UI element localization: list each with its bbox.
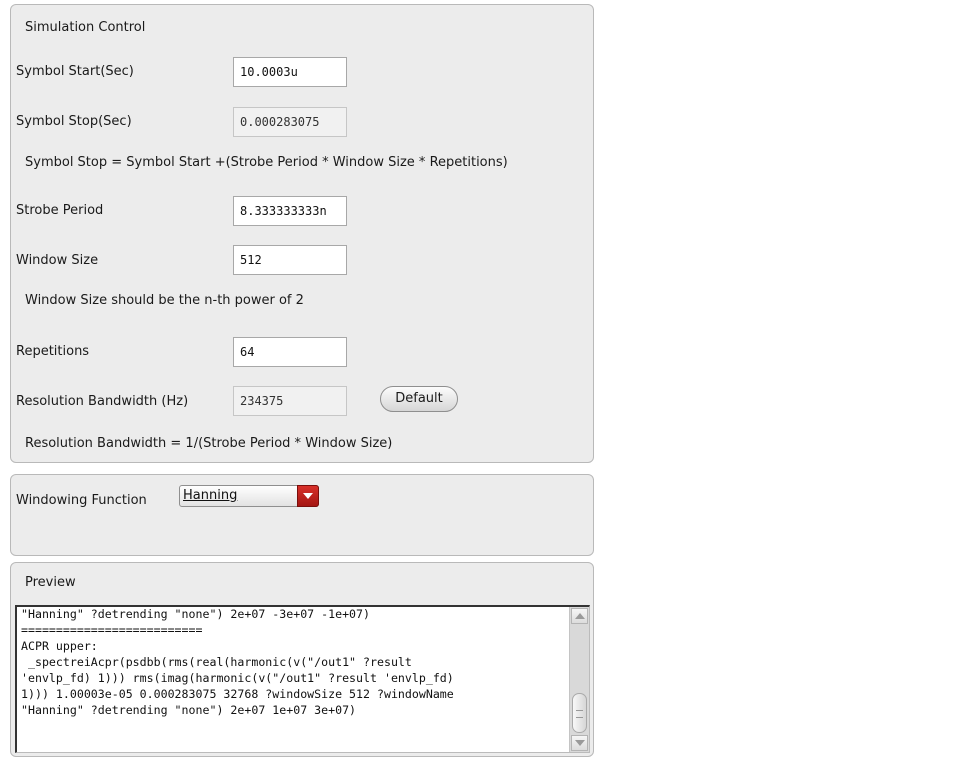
preview-title: Preview <box>25 575 76 590</box>
preview-text: "Hanning" ?detrending "none") 2e+07 -3e+… <box>21 607 454 717</box>
simulation-control-group: Simulation Control Symbol Start(Sec) Sym… <box>10 4 594 463</box>
window-size-input[interactable] <box>233 245 347 275</box>
preview-scrollbar[interactable] <box>569 607 589 752</box>
resolution-bandwidth-label: Resolution Bandwidth (Hz) <box>16 394 189 409</box>
symbol-stop-label: Symbol Stop(Sec) <box>16 114 132 129</box>
scrollbar-thumb[interactable] <box>572 693 587 733</box>
repetitions-input[interactable] <box>233 337 347 367</box>
windowing-group: Windowing Function Hanning <box>10 474 594 556</box>
symbol-stop-formula: Symbol Stop = Symbol Start +(Strobe Peri… <box>25 155 508 170</box>
window-size-label: Window Size <box>16 253 99 268</box>
preview-textarea[interactable]: "Hanning" ?detrending "none") 2e+07 -3e+… <box>15 605 590 753</box>
strobe-period-input[interactable] <box>233 196 347 226</box>
preview-group: Preview "Hanning" ?detrending "none") 2e… <box>10 562 594 757</box>
symbol-stop-field <box>233 107 347 137</box>
chevron-down-icon[interactable] <box>297 485 319 507</box>
symbol-start-label: Symbol Start(Sec) <box>16 64 134 79</box>
strobe-period-label: Strobe Period <box>16 203 104 218</box>
symbol-start-input[interactable] <box>233 57 347 87</box>
windowing-function-label: Windowing Function <box>16 493 147 508</box>
window-size-note: Window Size should be the n-th power of … <box>25 293 304 308</box>
windowing-function-dropdown[interactable]: Hanning <box>179 485 319 507</box>
scroll-down-arrow-icon[interactable] <box>571 735 588 751</box>
scroll-up-arrow-icon[interactable] <box>571 608 588 624</box>
resolution-bandwidth-formula: Resolution Bandwidth = 1/(Strobe Period … <box>25 436 393 451</box>
repetitions-label: Repetitions <box>16 344 90 359</box>
simulation-control-title: Simulation Control <box>25 20 146 35</box>
resolution-bandwidth-field <box>233 386 347 416</box>
default-button[interactable]: Default <box>380 386 458 412</box>
windowing-function-selected: Hanning <box>183 488 238 503</box>
